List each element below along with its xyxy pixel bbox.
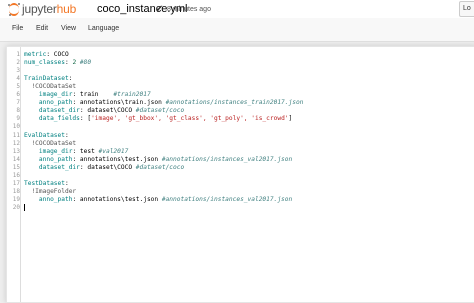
yaml-comment: #dataset/coco [135, 163, 185, 171]
yaml-value: : train [72, 91, 114, 99]
yaml-tag: !COCODataSet [24, 83, 77, 91]
code-text: dataset_dir: dataset\COCO #dataset/coco [24, 164, 184, 172]
code-text: dataset_dir: dataset\COCO #dataset/coco [24, 107, 184, 115]
yaml-key: TestDataset [24, 179, 65, 187]
line-number: 4 [16, 75, 20, 83]
code-text: TestDataset: [24, 180, 69, 188]
line-number: 20 [12, 203, 20, 211]
yaml-comment: #annotations/instances_val2017.json [161, 195, 293, 203]
header-bar: jupyterhub coco_instance.yml ✔ 8 minutes… [0, 0, 474, 18]
code-text: num_classes: 2 #80 [24, 59, 91, 67]
yaml-value: : dataset\COCO [79, 107, 136, 115]
menu-bar: File Edit View Language [0, 18, 474, 42]
line-number: 13 [12, 147, 20, 155]
yaml-value: : [64, 131, 69, 139]
code-text: !COCODataSet [24, 140, 76, 148]
line-number: 9 [16, 115, 20, 123]
line-number: 7 [16, 99, 20, 107]
yaml-value: : annotations\train.json [72, 99, 166, 107]
code-editor[interactable]: 1 metric: COCO 2 num_classes: 2 #80 3 4 TrainD… [6, 46, 474, 303]
yaml-value: : COCO [46, 51, 69, 58]
line-number: 16 [12, 171, 20, 179]
yaml-string-list: 'image', 'gt_bbox', 'gt_class', 'gt_poly… [91, 115, 289, 123]
yaml-key: data_fields [24, 115, 80, 123]
yaml-key: image_dir [24, 147, 73, 155]
line-number: 8 [16, 107, 20, 115]
yaml-key: metric [24, 51, 47, 58]
yaml-value: : [64, 179, 69, 187]
yaml-value: : test [72, 147, 99, 155]
logo-text-jupyter: jupyter [22, 2, 57, 16]
yaml-key: dataset_dir [24, 163, 80, 171]
code-text: TrainDataset: [24, 75, 72, 83]
line-number: 15 [12, 163, 20, 171]
code-text [24, 203, 25, 213]
yaml-value: : dataset\COCO [79, 163, 136, 171]
code-text: anno_path: annotations\test.json #annota… [24, 196, 292, 204]
menu-view[interactable]: View [61, 25, 76, 32]
yaml-bracket: ] [288, 115, 293, 123]
code-text: !ImageFolder [24, 188, 76, 196]
yaml-key: TrainDataset [24, 75, 69, 83]
yaml-key: dataset_dir [24, 107, 80, 115]
menu-edit[interactable]: Edit [36, 25, 48, 32]
yaml-key: image_dir [24, 91, 73, 99]
menu-language[interactable]: Language [88, 25, 119, 32]
logo-text: jupyterhub [22, 2, 76, 16]
logo-text-hub: hub [56, 2, 77, 16]
line-number: 19 [12, 195, 20, 203]
yaml-value: : [ [79, 115, 92, 123]
login-button[interactable]: Lo [459, 1, 474, 17]
saved-check-icon: ✔ [155, 4, 164, 15]
line-number: 12 [12, 139, 20, 147]
code-text: metric: COCO [24, 51, 69, 59]
line-number: 2 [16, 59, 20, 67]
yaml-tag: !ImageFolder [24, 187, 77, 195]
line-number: 5 [16, 83, 20, 91]
yaml-comment: #annotations/instances_val2017.json [161, 155, 293, 163]
yaml-comment: #train2017 [113, 91, 151, 99]
line-number: 11 [12, 131, 20, 139]
yaml-tag: !COCODataSet [24, 139, 77, 147]
yaml-key: num_classes [24, 59, 65, 67]
code-text: data_fields: ['image', 'gt_bbox', 'gt_cl… [24, 115, 292, 123]
line-number: 10 [12, 123, 20, 131]
yaml-value: : annotations\test.json [72, 195, 162, 203]
code-text: anno_path: annotations\test.json #annota… [24, 156, 292, 164]
line-number: 6 [16, 91, 20, 99]
code-text: EvalDataset: [24, 132, 69, 140]
yaml-key: anno_path [24, 195, 73, 203]
yaml-comment: #dataset/coco [135, 107, 185, 115]
jupyterhub-logo[interactable]: jupyterhub [8, 2, 76, 16]
menu-file[interactable]: File [12, 25, 23, 32]
line-number: 1 [16, 51, 20, 58]
code-text: image_dir: test #val2017 [24, 148, 128, 156]
yaml-key: anno_path [24, 99, 73, 107]
yaml-comment: #val2017 [98, 147, 129, 155]
yaml-key: anno_path [24, 155, 73, 163]
yaml-key: EvalDataset [24, 131, 65, 139]
yaml-comment: #annotations/instances_train2017.json [165, 99, 304, 107]
last-saved-status: 8 minutes ago [167, 6, 211, 13]
line-number: 3 [16, 67, 20, 75]
line-number: 17 [12, 179, 20, 187]
jupyter-logo-icon [8, 2, 20, 16]
yaml-value: : [68, 75, 73, 83]
line-number: 18 [12, 187, 20, 195]
yaml-value: : annotations\test.json [72, 155, 162, 163]
yaml-comment: #80 [76, 59, 92, 67]
line-number: 14 [12, 155, 20, 163]
text-cursor [24, 203, 25, 211]
code-text: !COCODataSet [24, 83, 76, 91]
